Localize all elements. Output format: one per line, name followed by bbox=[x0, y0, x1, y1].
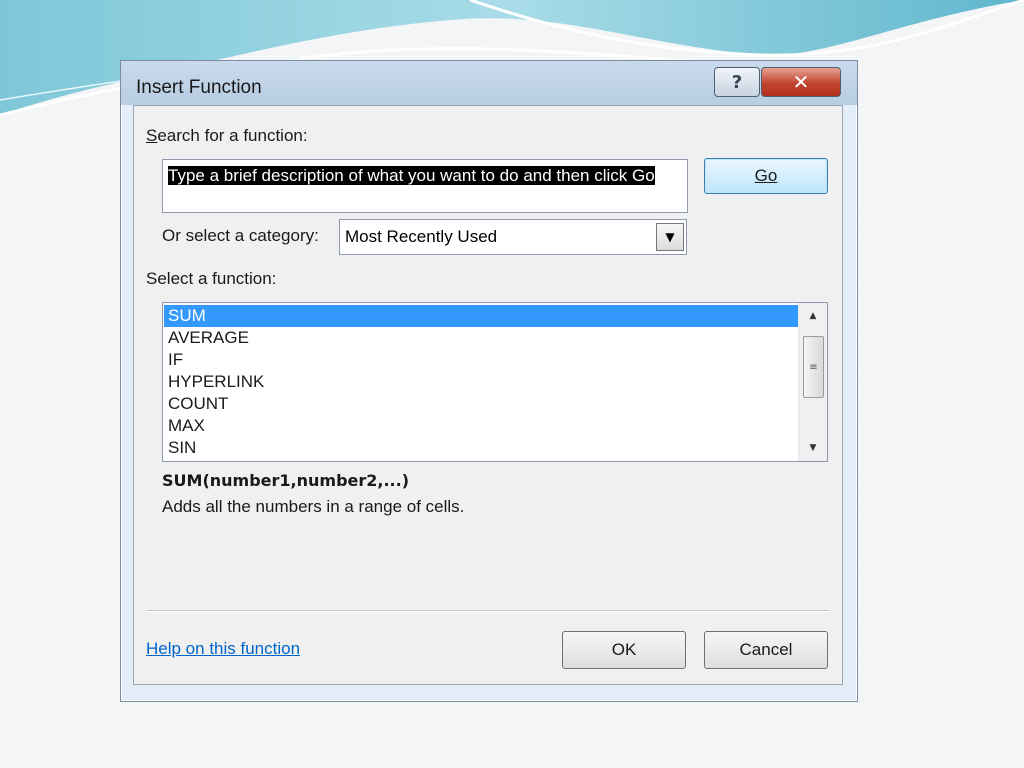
scroll-down-arrow-icon[interactable]: ▼ bbox=[799, 437, 827, 459]
function-list-item[interactable]: HYPERLINK bbox=[164, 371, 798, 393]
function-list-item[interactable]: SUM bbox=[164, 305, 798, 327]
chevron-down-icon[interactable]: ▼ bbox=[656, 223, 684, 251]
dialog-titlebar[interactable]: Insert Function ? ✕ bbox=[121, 61, 857, 105]
function-list-label: Select a function: bbox=[146, 269, 277, 288]
function-list-item[interactable]: MAX bbox=[164, 415, 798, 437]
scroll-thumb[interactable]: ≡ bbox=[803, 336, 824, 398]
function-list-item[interactable]: SIN bbox=[164, 437, 798, 459]
category-selected-value: Most Recently Used bbox=[345, 227, 498, 246]
divider bbox=[146, 610, 830, 612]
search-label: Search for a function: bbox=[146, 126, 308, 145]
close-button[interactable]: ✕ bbox=[761, 67, 841, 97]
function-listbox[interactable]: SUM AVERAGE IF HYPERLINK COUNT MAX SIN ▲ ≡ ▼ bbox=[162, 302, 828, 462]
function-list-item[interactable]: COUNT bbox=[164, 393, 798, 415]
dialog-body: Search for a function: Type a brief desc… bbox=[133, 105, 843, 685]
category-select[interactable]: Most Recently Used ▼ bbox=[339, 219, 687, 255]
function-signature: SUM(number1,number2,...) bbox=[162, 471, 410, 490]
help-on-function-link[interactable]: Help on this function bbox=[146, 639, 300, 659]
insert-function-dialog: Insert Function ? ✕ Search for a functio… bbox=[120, 60, 858, 702]
help-button[interactable]: ? bbox=[714, 67, 760, 97]
function-description: Adds all the numbers in a range of cells… bbox=[162, 497, 465, 516]
go-button[interactable]: Go bbox=[704, 158, 828, 194]
search-input[interactable]: Type a brief description of what you wan… bbox=[162, 159, 688, 213]
function-list-item[interactable]: AVERAGE bbox=[164, 327, 798, 349]
list-scrollbar[interactable]: ▲ ≡ ▼ bbox=[798, 303, 827, 461]
dialog-title: Insert Function bbox=[136, 77, 262, 98]
search-input-text: Type a brief description of what you wan… bbox=[168, 166, 655, 185]
close-icon: ✕ bbox=[792, 70, 810, 94]
function-list-item[interactable]: IF bbox=[164, 349, 798, 371]
scroll-up-arrow-icon[interactable]: ▲ bbox=[799, 305, 827, 327]
ok-button[interactable]: OK bbox=[562, 631, 686, 669]
question-mark-icon: ? bbox=[731, 71, 743, 93]
cancel-button[interactable]: Cancel bbox=[704, 631, 828, 669]
category-label: Or select a category: bbox=[162, 226, 319, 245]
